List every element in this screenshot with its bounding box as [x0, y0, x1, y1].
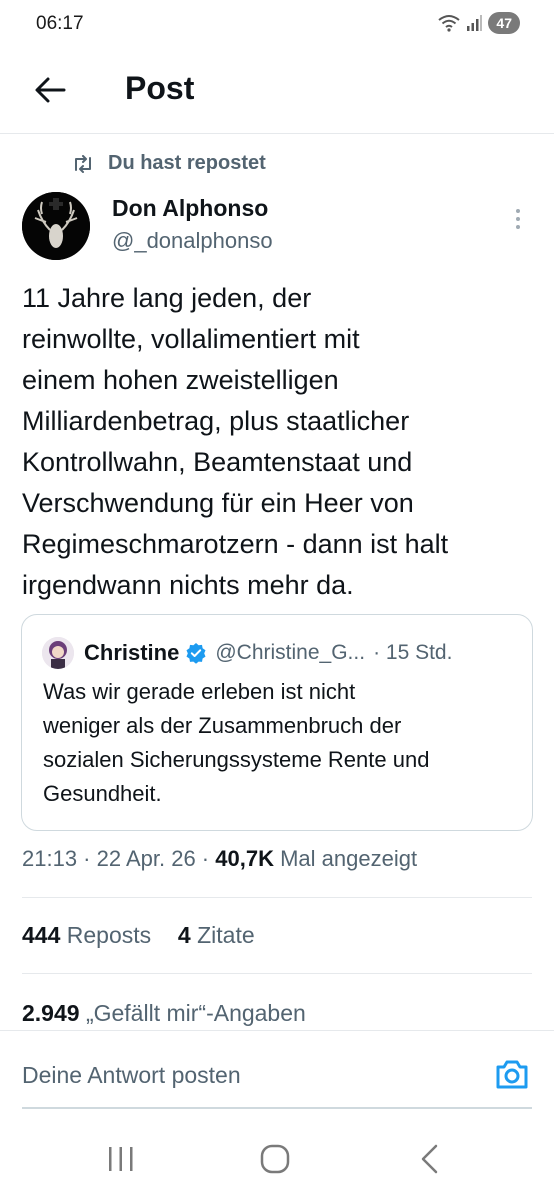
more-options-button[interactable]	[505, 204, 531, 234]
system-nav-bar	[0, 1120, 554, 1200]
likes-label: „Gefällt mir“-Angaben	[79, 1000, 306, 1026]
page-title: Post	[125, 70, 195, 106]
reposts-stat[interactable]: 444 Reposts	[22, 922, 151, 948]
post-timestamp: 21:13 · 22 Apr. 26 ·	[22, 846, 216, 871]
camera-icon	[496, 1060, 528, 1089]
likes-count: 2.949	[22, 1000, 80, 1026]
quoted-post-text: Was wir gerade erleben ist nicht weniger…	[43, 679, 430, 806]
app-header: Post	[0, 50, 554, 134]
quoted-author-avatar	[42, 637, 74, 669]
repost-icon	[75, 154, 91, 173]
reposts-count: 444	[22, 922, 61, 948]
view-count-label: Mal angezeigt	[273, 846, 418, 871]
reply-input[interactable]: Deine Antwort posten	[22, 1062, 241, 1089]
divider	[22, 973, 532, 974]
avatar-image	[42, 637, 74, 669]
quotes-label: Zitate	[190, 922, 255, 948]
arrow-left-icon	[35, 77, 66, 103]
avatar-image	[22, 192, 90, 260]
repost-label: Du hast repostet	[108, 152, 266, 174]
quotes-count: 4	[177, 922, 191, 948]
status-bar: 06:17 47	[0, 0, 554, 50]
engagement-stats: 444 Reposts 4 Zitate	[22, 922, 255, 949]
reposts-label: Reposts	[60, 922, 152, 948]
quoted-author-handle: @Christine_G...	[215, 641, 366, 664]
quoted-post-header: Christine @Christine_G... · 15 Std.	[42, 637, 452, 669]
status-time: 06:17	[36, 13, 84, 34]
back-button[interactable]	[30, 70, 70, 110]
signal-icon	[467, 15, 483, 31]
reply-composer: Deine Antwort posten	[0, 1030, 554, 1110]
quoted-author-name: Christine	[84, 640, 180, 665]
likes-stat[interactable]: 2.949 „Gefällt mir“-Angaben	[22, 1000, 306, 1027]
view-count[interactable]: 40,7K	[215, 846, 274, 871]
avatar[interactable]	[22, 192, 90, 260]
wifi-icon	[438, 15, 461, 32]
reply-input-underline	[22, 1107, 532, 1109]
verified-badge-icon	[185, 642, 207, 664]
post-meta: 21:13 · 22 Apr. 26 · 40,7K Mal angezeigt	[22, 846, 417, 872]
recent-apps-icon[interactable]	[106, 1146, 136, 1172]
post-text: 11 Jahre lang jeden, der reinwollte, vol…	[22, 283, 449, 600]
status-icons: 47	[438, 12, 520, 34]
quoted-post-card[interactable]: Christine @Christine_G... · 15 Std. Was …	[21, 614, 533, 831]
home-icon[interactable]	[260, 1144, 290, 1174]
quoted-post-time: · 15 Std.	[373, 641, 453, 664]
chevron-left-icon[interactable]	[418, 1144, 442, 1174]
divider	[22, 897, 532, 898]
author-name[interactable]: Don Alphonso	[112, 195, 268, 222]
battery-indicator: 47	[488, 12, 520, 34]
author-handle[interactable]: @_donalphonso	[112, 228, 273, 254]
repost-context: Du hast repostet	[72, 152, 266, 175]
camera-button[interactable]	[494, 1057, 530, 1091]
quotes-stat[interactable]: 4 Zitate	[178, 922, 255, 948]
more-vertical-icon	[516, 209, 520, 213]
